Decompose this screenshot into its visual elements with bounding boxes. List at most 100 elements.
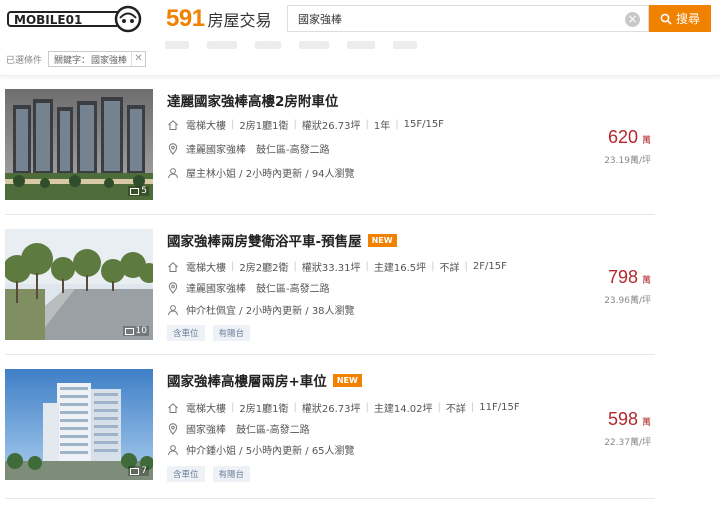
poster-info: 仲介杜佩宜 / 2小時內更新 / 38人瀏覽 bbox=[186, 306, 355, 317]
listing-photo[interactable]: 5 bbox=[5, 89, 153, 200]
detail-type: 電梯大樓 bbox=[186, 404, 226, 415]
detail-floor: 11F/15F bbox=[479, 402, 520, 413]
user-icon bbox=[168, 444, 178, 455]
svg-text:MOBILE01: MOBILE01 bbox=[14, 13, 82, 27]
filter-tag-value: 國家強棒 bbox=[91, 55, 128, 66]
search-button-label: 搜尋 bbox=[675, 12, 700, 26]
home-icon bbox=[168, 261, 178, 272]
listing-price: 798 萬 bbox=[608, 267, 651, 288]
user-icon bbox=[168, 167, 178, 178]
photo-count: 10 bbox=[122, 326, 149, 336]
listing-title[interactable]: 國家強棒兩房雙衛浴平車-預售屋 NEW bbox=[167, 230, 397, 250]
search-icon bbox=[660, 13, 672, 25]
detail-age: 不詳 bbox=[445, 404, 466, 415]
detail-main-area: 主建14.02坪 bbox=[373, 404, 433, 415]
detail-area: 權狀26.73坪 bbox=[301, 121, 361, 132]
home-icon bbox=[168, 119, 178, 130]
location-pin-icon bbox=[168, 142, 178, 155]
detail-age: 1年 bbox=[373, 121, 391, 132]
price-value: 798 bbox=[607, 267, 638, 287]
listing-address: 達麗國家強棒 鼓仁區-高發二路 bbox=[167, 141, 330, 156]
photo-count-value: 5 bbox=[141, 186, 147, 196]
listing-title[interactable]: 國家強棒高樓層兩房+車位 NEW bbox=[167, 370, 362, 390]
photo-count: 7 bbox=[128, 466, 149, 476]
tag-balcony: 有陽台 bbox=[212, 325, 251, 341]
unit-price: 22.37萬/坪 bbox=[604, 438, 651, 448]
search-input[interactable] bbox=[288, 6, 618, 31]
listing-poster: 屋主林小姐 / 2小時內更新 / 94人瀏覽 bbox=[167, 165, 355, 180]
brand-text: 房屋交易 bbox=[207, 11, 272, 30]
listing-title-text[interactable]: 達麗國家強棒高樓2房附車位 bbox=[167, 90, 338, 110]
detail-type: 電梯大樓 bbox=[186, 121, 226, 132]
location-pin-icon bbox=[168, 422, 178, 435]
listing-address: 國家強棒 鼓仁區-高發二路 bbox=[167, 421, 310, 436]
listing-title-text[interactable]: 國家強棒高樓層兩房+車位 bbox=[167, 370, 327, 390]
image-icon bbox=[130, 187, 140, 195]
listing-poster: 仲介杜佩宜 / 2小時內更新 / 38人瀏覽 bbox=[167, 302, 355, 317]
price-value: 620 bbox=[607, 127, 638, 147]
search-button[interactable]: 搜尋 bbox=[649, 5, 711, 32]
tag-parking: 含車位 bbox=[167, 325, 205, 341]
address-area: 鼓仁區-高發二路 bbox=[256, 284, 330, 295]
listing-price: 598 萬 bbox=[608, 409, 651, 430]
listing-details: 電梯大樓 | 2房2廳2衛 | 權狀33.31坪 | 主建16.5坪 | 不詳 | 2F/… bbox=[167, 259, 507, 274]
price-unit: 萬 bbox=[641, 276, 651, 286]
listing-item[interactable]: 5 達麗國家強棒高樓2房附車位 電梯大樓 | 2房1廳1衛 | 權狀26.73坪 | … bbox=[5, 89, 655, 215]
poster-info: 仲介鍾小姐 / 5小時內更新 / 65人瀏覽 bbox=[186, 446, 355, 457]
listing-price: 620 萬 bbox=[608, 127, 651, 148]
listing-item[interactable]: 10 國家強棒兩房雙衛浴平車-預售屋 NEW 電梯大樓 | 2房2廳2衛 | 權狀33… bbox=[5, 229, 655, 355]
detail-area: 權狀33.31坪 bbox=[301, 263, 361, 274]
unit-price: 23.96萬/坪 bbox=[604, 296, 651, 306]
mobile01-logo[interactable]: MOBILE01 bbox=[6, 4, 146, 34]
detail-floor: 2F/15F bbox=[472, 261, 507, 272]
listing-photo[interactable]: 10 bbox=[5, 229, 153, 340]
home-icon bbox=[168, 402, 178, 413]
location-pin-icon bbox=[168, 281, 178, 294]
brand-logo-591[interactable]: 591 房屋交易 bbox=[166, 5, 272, 33]
remove-filter-icon[interactable]: ✕ bbox=[131, 52, 145, 66]
photo-count-value: 10 bbox=[135, 326, 147, 336]
listing-details: 電梯大樓 | 2房1廳1衛 | 權狀26.73坪 | 1年 | 15F/15F bbox=[167, 117, 444, 132]
filter-tag-key: 關鍵字： bbox=[54, 55, 91, 66]
detail-floor: 15F/15F bbox=[403, 119, 444, 130]
user-icon bbox=[168, 304, 178, 315]
detail-area: 權狀26.73坪 bbox=[301, 404, 361, 415]
poster-info: 屋主林小姐 / 2小時內更新 / 94人瀏覽 bbox=[186, 169, 355, 180]
detail-type: 電梯大樓 bbox=[186, 263, 226, 274]
detail-layout: 2房2廳2衛 bbox=[239, 263, 289, 274]
listing-title-text[interactable]: 國家強棒兩房雙衛浴平車-預售屋 bbox=[167, 230, 362, 250]
address-community[interactable]: 國家強棒 bbox=[186, 421, 226, 436]
listing-poster: 仲介鍾小姐 / 5小時內更新 / 65人瀏覽 bbox=[167, 442, 355, 457]
listing-photo[interactable]: 7 bbox=[5, 369, 153, 480]
search-box: × bbox=[287, 5, 649, 32]
detail-age: 不詳 bbox=[439, 263, 460, 274]
listing-details: 電梯大樓 | 2房1廳1衛 | 權狀26.73坪 | 主建14.02坪 | 不詳 | 11… bbox=[167, 400, 520, 415]
unit-price: 23.19萬/坪 bbox=[604, 156, 651, 166]
listing-item[interactable]: 7 國家強棒高樓層兩房+車位 NEW 電梯大樓 | 2房1廳1衛 | 權狀26.73坪… bbox=[5, 369, 655, 499]
detail-layout: 2房1廳1衛 bbox=[239, 404, 289, 415]
image-icon bbox=[124, 327, 134, 335]
image-icon bbox=[130, 467, 140, 475]
tag-balcony: 有陽台 bbox=[212, 466, 251, 482]
detail-layout: 2房1廳1衛 bbox=[239, 121, 289, 132]
address-community[interactable]: 達麗國家強棒 bbox=[186, 141, 246, 156]
price-unit: 萬 bbox=[641, 136, 651, 146]
feature-tags: 含車位 有陽台 bbox=[167, 325, 251, 341]
close-circle-icon[interactable]: × bbox=[625, 12, 640, 27]
new-badge: NEW bbox=[332, 373, 362, 387]
faded-filter-row bbox=[165, 41, 615, 53]
photo-count: 5 bbox=[128, 186, 149, 196]
new-badge: NEW bbox=[367, 233, 397, 247]
detail-main-area: 主建16.5坪 bbox=[373, 263, 427, 274]
top-header: MOBILE01 591 房屋交易 × 搜尋 已選條件 關鍵字： 國家強棒 ✕ bbox=[0, 0, 720, 76]
address-community[interactable]: 達麗國家強棒 bbox=[186, 280, 246, 295]
selected-filters: 已選條件 關鍵字： 國家強棒 ✕ bbox=[6, 51, 147, 67]
listing-title[interactable]: 達麗國家強棒高樓2房附車位 bbox=[167, 90, 338, 110]
tag-parking: 含車位 bbox=[167, 466, 205, 482]
selected-filters-label: 已選條件 bbox=[6, 55, 43, 66]
address-area: 鼓仁區-高發二路 bbox=[256, 145, 330, 156]
filter-tag-keyword[interactable]: 關鍵字： 國家強棒 ✕ bbox=[48, 51, 147, 67]
price-unit: 萬 bbox=[641, 418, 651, 428]
address-area: 鼓仁區-高發二路 bbox=[236, 425, 310, 436]
photo-count-value: 7 bbox=[141, 466, 147, 476]
